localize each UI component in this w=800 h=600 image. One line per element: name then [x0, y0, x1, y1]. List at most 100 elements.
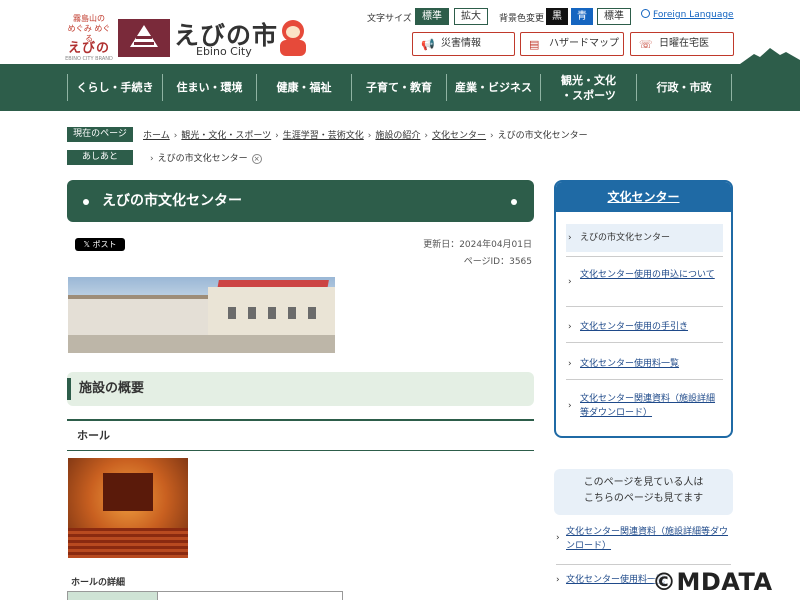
sidebar-item-label[interactable]: 文化センター使用の手引き: [580, 322, 688, 332]
subsection-heading: ホール: [67, 419, 534, 451]
disaster-info-button[interactable]: 📢 災害情報: [412, 32, 515, 56]
brand-line4: EBINO CITY BRAND: [65, 56, 113, 62]
divider: [566, 379, 723, 380]
sunday-doctor-label: 日曜在宅医: [659, 38, 709, 49]
see-also-link-documents[interactable]: › 文化センター関連資料（施設詳細等ダウンロード）: [556, 525, 731, 553]
history-trail: › えびの市文化センター ×: [146, 151, 262, 164]
see-also-heading: このページを見ている人は こちらのページも見てます: [554, 469, 733, 515]
sidebar-item-label[interactable]: 文化センター使用料一覧: [580, 359, 679, 369]
section-heading: 施設の概要: [67, 372, 534, 406]
history-label: あしあと: [67, 150, 133, 165]
bg-standard-button[interactable]: 標準: [597, 8, 631, 25]
see-also-line2: こちらのページも見てます: [583, 493, 704, 504]
sunday-doctor-button[interactable]: ☏ 日曜在宅医: [630, 32, 734, 56]
breadcrumb-culture-center[interactable]: 文化センター: [432, 131, 486, 141]
chevron-right-icon: ›: [556, 575, 560, 585]
chevron-right-icon: ›: [568, 322, 572, 332]
chevron-right-icon: ›: [568, 359, 572, 369]
bullet-icon: [511, 199, 517, 205]
sidebar-item-documents[interactable]: › 文化センター関連資料（施設詳細等ダウンロード）: [566, 392, 723, 420]
breadcrumb: ホーム › 観光・文化・スポーツ › 生涯学習・芸術文化 › 施設の紹介 › 文化センター › えび…: [143, 131, 588, 141]
copyright-watermark: ©MDATA: [652, 568, 773, 596]
font-size-standard-button[interactable]: 標準: [415, 8, 449, 25]
font-size-large-button[interactable]: 拡大: [454, 8, 488, 25]
mountain-illustration-icon: [740, 48, 800, 64]
hall-photo: [68, 458, 188, 558]
city-name-en: Ebino City: [196, 45, 252, 58]
table-header-cell: [68, 592, 158, 600]
sidebar-item-label[interactable]: 文化センター使用の申込について: [580, 270, 715, 280]
nav-label-line2: ・スポーツ: [561, 88, 616, 102]
current-page-label: 現在のページ: [67, 127, 133, 142]
hazard-map-label: ハザードマップ: [549, 38, 619, 49]
city-emblem-icon[interactable]: [118, 19, 170, 57]
updated-date: 更新日：2024年04月01日: [423, 240, 532, 250]
chevron-right-icon: ›: [568, 277, 572, 287]
hall-detail-table: [67, 591, 343, 600]
divider: [566, 306, 723, 307]
map-icon: ▤: [529, 38, 540, 51]
nav-item-childcare[interactable]: 子育て・教育: [352, 64, 446, 111]
disaster-info-label: 災害情報: [441, 38, 481, 49]
foreign-language-link[interactable]: Foreign Language: [641, 9, 734, 20]
hazard-map-button[interactable]: ▤ ハザードマップ: [520, 32, 624, 56]
nav-label: 住まい・環境: [176, 81, 243, 94]
brand-logo[interactable]: 霧島山の めぐみ めぐる えびの EBINO CITY BRAND: [64, 14, 114, 64]
sidebar-item-guide[interactable]: › 文化センター使用の手引き: [566, 320, 723, 334]
see-also-link-label[interactable]: 文化センター関連資料（施設詳細等ダウンロード）: [566, 527, 728, 551]
sidebar-item-application[interactable]: › 文化センター使用の申込について: [566, 268, 723, 287]
page-title-text: えびの市文化センター: [102, 193, 242, 209]
remove-history-icon[interactable]: ×: [251, 154, 262, 164]
heading-accent: [67, 378, 71, 400]
megaphone-icon: 📢: [421, 38, 435, 51]
nav-label: 子育て・教育: [366, 81, 432, 94]
nav-label: 産業・ビジネス: [455, 81, 532, 94]
page-meta: 更新日：2024年04月01日 ページID：3565: [400, 237, 532, 271]
breadcrumb-tourism[interactable]: 観光・文化・スポーツ: [181, 131, 271, 141]
bg-blue-button[interactable]: 青: [571, 8, 593, 25]
sidebar-local-nav: 文化センター › えびの市文化センター › 文化センター使用の申込について › …: [554, 180, 733, 438]
phone-icon: ☏: [639, 38, 653, 51]
chevron-right-icon: ›: [568, 401, 572, 411]
x-post-button[interactable]: 𝕏 ポスト: [75, 238, 125, 251]
nav-divider: [731, 74, 732, 101]
nav-item-administration[interactable]: 行政・市政: [637, 64, 731, 111]
nav-item-tourism[interactable]: 観光・文化 ・スポーツ: [541, 64, 636, 111]
brand-line3: えびの: [67, 41, 110, 56]
nav-label: くらし・手続き: [76, 81, 154, 94]
nav-item-health[interactable]: 健康・福祉: [257, 64, 351, 111]
nav-item-living[interactable]: くらし・手続き: [68, 64, 162, 111]
see-also-line1: このページを見ている人は: [583, 477, 704, 488]
nav-label: 健康・福祉: [276, 81, 332, 94]
breadcrumb-facilities[interactable]: 施設の紹介: [375, 131, 420, 141]
sidebar-item-fees[interactable]: › 文化センター使用料一覧: [566, 357, 723, 371]
divider: [556, 564, 731, 565]
sidebar-item-label[interactable]: 文化センター関連資料（施設詳細等ダウンロード）: [580, 394, 715, 418]
sidebar-heading-text: 文化センター: [607, 190, 680, 204]
divider: [566, 256, 723, 257]
global-nav: くらし・手続き 住まい・環境 健康・福祉 子育て・教育 産業・ビジネス 観光・文…: [0, 64, 800, 111]
breadcrumb-lifelong-learning[interactable]: 生涯学習・芸術文化: [283, 131, 364, 141]
breadcrumb-current: えびの市文化センター: [497, 131, 588, 141]
divider: [566, 342, 723, 343]
nav-label: 観光・文化: [561, 73, 616, 87]
building-photo: [68, 277, 335, 353]
page-title: えびの市文化センター: [67, 180, 534, 222]
bg-black-button[interactable]: 黒: [546, 8, 568, 25]
font-size-label: 文字サイズ: [367, 14, 412, 24]
chevron-right-icon: ›: [556, 533, 560, 543]
globe-icon: [641, 9, 650, 18]
sidebar-item-label: えびの市文化センター: [580, 233, 671, 243]
breadcrumb-home[interactable]: ホーム: [143, 131, 170, 141]
sidebar-item-current: › えびの市文化センター: [566, 224, 723, 252]
sidebar-heading[interactable]: 文化センター: [556, 182, 731, 212]
mascot-icon: [276, 20, 308, 58]
nav-item-business[interactable]: 産業・ビジネス: [447, 64, 540, 111]
see-also-link-label[interactable]: 文化センター使用料一覧: [566, 575, 665, 585]
hall-detail-caption: ホールの詳細: [71, 578, 126, 588]
bg-color-label: 背景色変更: [499, 14, 545, 24]
brand-line1: 霧島山の: [73, 14, 105, 23]
history-item[interactable]: えびの市文化センター: [158, 154, 248, 164]
nav-item-housing[interactable]: 住まい・環境: [163, 64, 256, 111]
section-heading-text: 施設の概要: [79, 381, 145, 396]
